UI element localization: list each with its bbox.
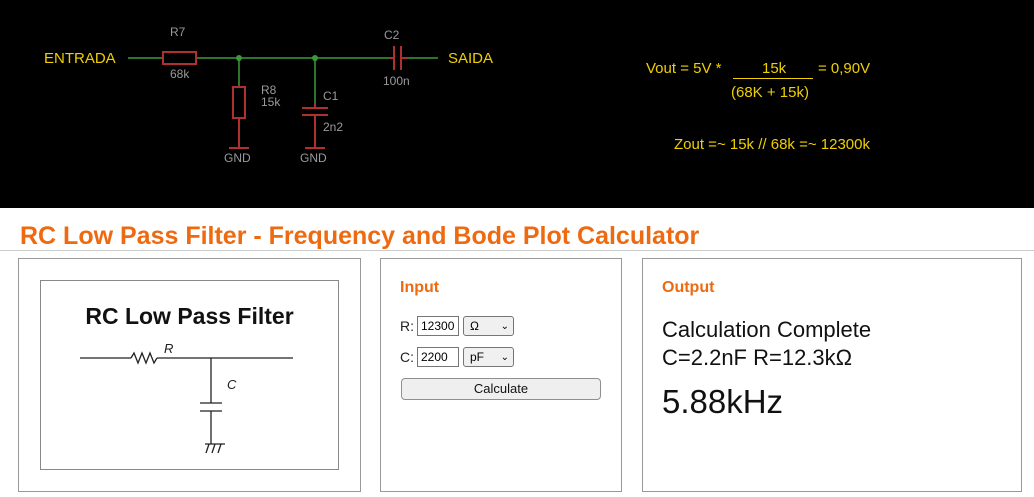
resistance-input[interactable] [417,316,459,336]
c1-name: C1 [323,89,339,103]
junction-dot [312,55,318,61]
r8-value: 15k [261,95,281,109]
vout-result: = 0,90V [818,60,871,77]
capacitance-row: C: pF ⌄ [400,346,514,368]
resistor-r7 [162,51,197,65]
c-label: C [227,377,237,392]
input-heading: Input [400,279,440,296]
calculate-button[interactable]: Calculate [401,378,601,400]
r7-name: R7 [170,25,186,39]
filter-diagram: RC Low Pass Filter R C [40,280,339,470]
resistor-symbol [130,351,158,365]
input-label: ENTRADA [44,50,116,67]
cutoff-frequency-result: 5.88kHz [662,383,784,420]
schematic-components [162,46,408,149]
chevron-down-icon: ⌄ [500,351,509,363]
diagram-panel: RC Low Pass Filter R C [18,258,361,492]
capacitance-unit-select[interactable]: pF ⌄ [463,347,514,367]
output-panel: Output Calculation Complete C=2.2nF R=12… [642,258,1022,492]
c2-value: 100n [383,74,410,88]
chevron-down-icon: ⌄ [500,320,509,332]
c2-name: C2 [384,28,400,42]
junction-dot [236,55,242,61]
output-label: SAIDA [448,50,493,67]
resistance-unit-select[interactable]: Ω ⌄ [463,316,514,336]
capacitance-unit-value: pF [470,350,485,364]
vout-denominator: (68K + 15k) [731,84,809,101]
c-field-label: C: [400,349,414,365]
input-panel: Input R: Ω ⌄ C: pF ⌄ Calculate [380,258,622,492]
page-title: RC Low Pass Filter - Frequency and Bode … [20,222,700,250]
resistor-r8 [232,86,246,119]
output-heading: Output [662,279,715,296]
title-divider [0,250,1034,251]
capacitance-input[interactable] [417,347,459,367]
vout-prefix: Vout = 5V * [646,60,722,77]
r-field-label: R: [400,318,414,334]
schematic-image: ENTRADA SAIDA R7 68k R8 15k C1 2n2 C2 10… [0,0,1034,208]
r-label: R [164,341,173,356]
gnd-label: GND [224,151,251,165]
c1-value: 2n2 [323,120,343,134]
resistance-row: R: Ω ⌄ [400,315,514,337]
calculation-summary: C=2.2nF R=12.3kΩ [662,345,853,370]
resistance-unit-value: Ω [470,319,479,333]
vout-numerator: 15k [762,60,787,77]
filter-diagram-drawing: R C [80,341,293,454]
calculation-status: Calculation Complete [662,317,872,342]
fraction-bar [733,78,813,79]
gnd-label: GND [300,151,327,165]
r7-value: 68k [170,67,190,81]
zout-equation: Zout =~ 15k // 68k =~ 12300k [674,136,870,153]
schematic-drawing: ENTRADA SAIDA R7 68k R8 15k C1 2n2 C2 10… [44,25,493,165]
